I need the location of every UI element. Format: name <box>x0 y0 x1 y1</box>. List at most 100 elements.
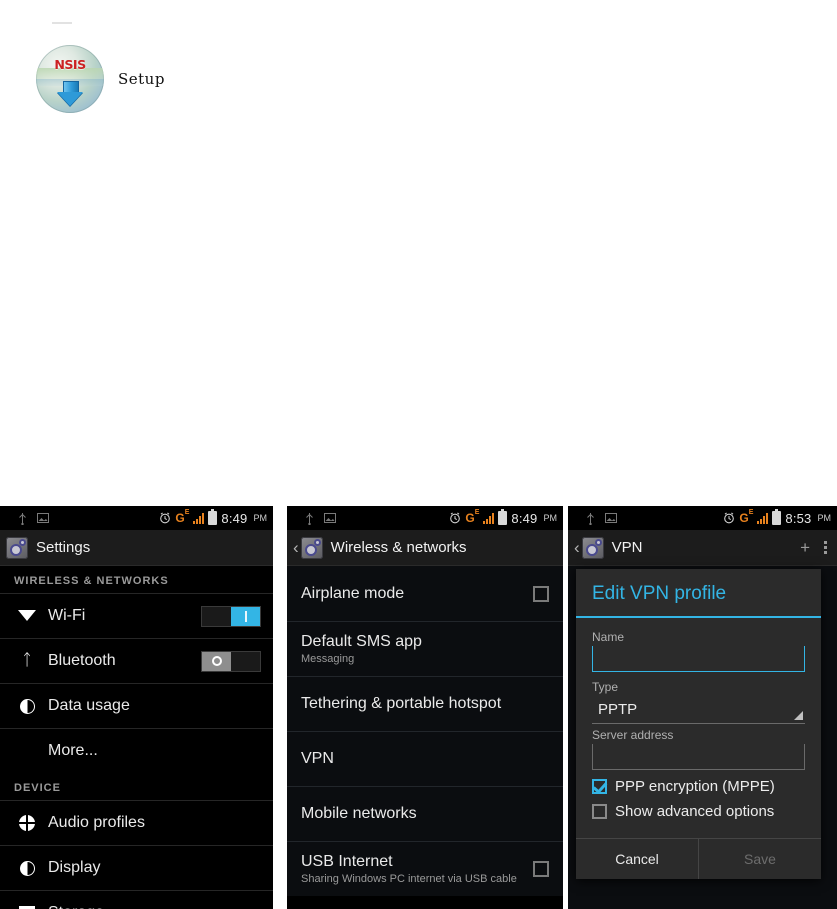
type-spinner[interactable]: PPTP <box>592 697 805 724</box>
list-item-wifi[interactable]: Wi-Fi <box>0 593 273 638</box>
signal-bars-icon <box>483 512 495 524</box>
network-type-sup: E <box>748 509 754 516</box>
list-item-airplane-mode[interactable]: Airplane mode <box>287 566 563 621</box>
vpn-screen-background: Edit VPN profile Name Type PPTP Server a… <box>568 566 837 909</box>
data-usage-icon <box>14 698 40 714</box>
list-item-title: Mobile networks <box>301 805 417 822</box>
list-item-vpn[interactable]: VPN <box>287 731 563 786</box>
screenshot-settings: GE 8:49 PM Settings WIRELESS & NETWORKS … <box>0 506 273 909</box>
back-chevron-icon[interactable]: ‹ <box>574 539 580 556</box>
list-item-storage[interactable]: Storage <box>0 890 273 909</box>
server-address-field-label: Server address <box>592 728 674 742</box>
ppp-encryption-label: PPP encryption (MPPE) <box>615 778 775 795</box>
wifi-toggle[interactable] <box>201 605 261 627</box>
type-field-label: Type <box>592 680 619 694</box>
show-advanced-options-checkbox[interactable] <box>592 804 607 819</box>
action-bar: ‹ Wireless & networks <box>287 530 563 566</box>
spinner-caret-icon <box>794 711 803 720</box>
usb-icon <box>586 512 595 525</box>
settings-gear-icon <box>6 536 28 559</box>
list-item-usb-internet[interactable]: USB Internet Sharing Windows PC internet… <box>287 841 563 896</box>
action-bar: Settings <box>0 530 273 566</box>
network-type-sup: E <box>184 509 190 516</box>
page-title: Wireless & networks <box>330 539 467 556</box>
nsis-installer-icon: NSIS <box>36 45 104 113</box>
audio-profiles-icon <box>14 814 40 832</box>
list-item-title: USB Internet <box>301 852 393 870</box>
list-item-label: Audio profiles <box>48 814 145 831</box>
signal-bars-icon <box>193 512 205 524</box>
name-field[interactable] <box>592 646 805 672</box>
ppp-encryption-row[interactable]: PPP encryption (MPPE) <box>592 778 805 795</box>
list-item-tethering[interactable]: Tethering & portable hotspot <box>287 676 563 731</box>
wireless-list: Airplane mode Default SMS app Messaging … <box>287 566 563 896</box>
status-time: 8:53 <box>785 510 812 526</box>
screenshot-icon <box>37 513 49 523</box>
nsis-icon-label: NSIS <box>54 58 86 72</box>
setup-installer-entry[interactable]: NSIS Setup <box>36 45 165 113</box>
cancel-button[interactable]: Cancel <box>576 839 698 879</box>
list-item-subtitle: Sharing Windows PC internet via USB cabl… <box>301 872 517 885</box>
list-item-bluetooth[interactable]: ᛏ Bluetooth <box>0 638 273 683</box>
list-item-title: Tethering & portable hotspot <box>301 695 502 712</box>
list-item-display[interactable]: Display <box>0 845 273 890</box>
bluetooth-icon: ᛏ <box>22 652 32 669</box>
list-item-title: Default SMS app <box>301 632 422 650</box>
usb-icon <box>18 512 27 525</box>
list-item-title: VPN <box>301 750 334 767</box>
status-time: 8:49 <box>511 510 538 526</box>
screenshot-vpn-edit: GE 8:53 PM ‹ VPN + Edit VPN profile Name… <box>568 506 837 909</box>
overflow-menu-icon[interactable] <box>824 541 827 554</box>
list-item-mobile-networks[interactable]: Mobile networks <box>287 786 563 841</box>
ppp-encryption-checkbox[interactable] <box>592 779 607 794</box>
list-item-more[interactable]: More... <box>0 728 273 773</box>
name-field-label: Name <box>592 630 625 644</box>
page-title: Settings <box>36 539 91 556</box>
alarm-icon <box>449 512 461 524</box>
status-time: 8:49 <box>221 510 248 526</box>
screenshot-icon <box>605 513 617 523</box>
airplane-mode-checkbox[interactable] <box>533 585 549 602</box>
dialog-actions: Cancel Save <box>576 838 821 879</box>
network-type-sup: E <box>474 509 480 516</box>
list-item-audio-profiles[interactable]: Audio profiles <box>0 800 273 845</box>
edit-vpn-profile-dialog: Edit VPN profile Name Type PPTP Server a… <box>576 569 821 879</box>
status-bar: GE 8:49 PM <box>287 506 563 530</box>
dialog-body: Name Type PPTP Server address PPP encryp… <box>576 618 821 826</box>
page-artifact-mark <box>52 22 72 24</box>
screenshot-icon <box>324 513 336 523</box>
display-icon <box>14 860 40 876</box>
battery-icon <box>498 509 508 525</box>
settings-gear-icon <box>300 536 323 559</box>
battery-icon <box>772 509 782 525</box>
bluetooth-toggle[interactable] <box>201 650 261 672</box>
server-address-field[interactable] <box>592 744 805 770</box>
list-item-data-usage[interactable]: Data usage <box>0 683 273 728</box>
page-title: VPN <box>611 539 643 556</box>
list-item-default-sms-app[interactable]: Default SMS app Messaging <box>287 621 563 676</box>
battery-icon <box>208 509 218 525</box>
usb-icon <box>305 512 314 525</box>
list-item-label: Data usage <box>48 697 130 714</box>
action-bar: ‹ VPN + <box>568 530 837 566</box>
settings-gear-icon <box>581 536 604 559</box>
list-item-label: Storage <box>48 904 261 909</box>
usb-internet-checkbox[interactable] <box>533 861 549 877</box>
status-ampm: PM <box>253 513 268 523</box>
list-item-label: Display <box>48 859 101 876</box>
show-advanced-options-row[interactable]: Show advanced options <box>592 803 805 820</box>
list-item-subtitle: Messaging <box>301 652 355 665</box>
save-button[interactable]: Save <box>698 839 821 879</box>
list-item-label: Wi-Fi <box>48 607 86 624</box>
alarm-icon <box>159 512 171 524</box>
plus-icon[interactable]: + <box>800 539 810 556</box>
status-bar: GE 8:49 PM <box>0 506 273 530</box>
show-advanced-options-label: Show advanced options <box>615 803 775 820</box>
wifi-icon <box>14 609 40 623</box>
status-bar: GE 8:53 PM <box>568 506 837 530</box>
signal-bars-icon <box>757 512 769 524</box>
dialog-title: Edit VPN profile <box>576 569 821 618</box>
alarm-icon <box>723 512 735 524</box>
back-chevron-icon[interactable]: ‹ <box>293 539 299 556</box>
type-spinner-value: PPTP <box>598 701 638 718</box>
